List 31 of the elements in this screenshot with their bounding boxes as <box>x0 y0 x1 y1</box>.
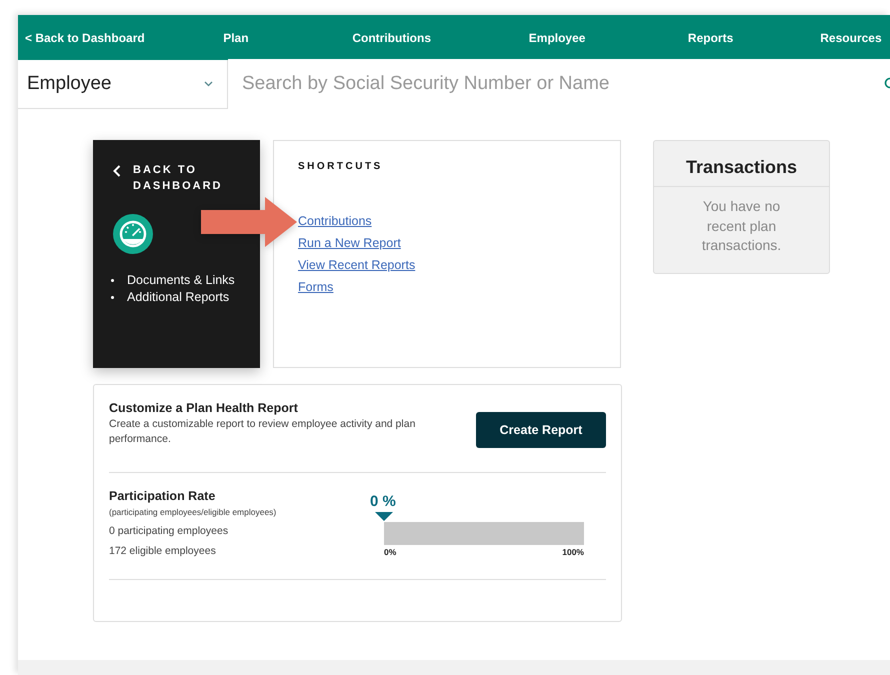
shortcut-link[interactable]: Forms <box>298 280 334 294</box>
gauge-icon <box>113 214 153 254</box>
shortcut-link[interactable]: Contributions <box>298 214 372 228</box>
marker-icon <box>375 512 393 521</box>
participation-value: 0 % <box>370 493 396 510</box>
shortcuts-heading: SHORTCUTS <box>298 161 384 172</box>
back-link[interactable]: BACK TO DASHBOARD <box>133 162 233 194</box>
nav-tab[interactable]: Contributions <box>340 30 443 44</box>
shortcut-link[interactable]: Run a New Report <box>298 236 401 250</box>
report-title: Customize a Plan Health Report <box>109 401 299 415</box>
report-description: Create a customizable report to review employee activity and plan performance. <box>109 417 416 447</box>
transactions-message: You have no recent plan transactions. <box>700 197 782 255</box>
participation-subtitle: (participating employees/eligible employees) <box>109 507 278 517</box>
transactions-heading: Transactions <box>654 141 829 187</box>
side-link[interactable]: Documents & Links <box>127 272 235 289</box>
caret-icon <box>204 81 213 87</box>
search-field[interactable]: Search by Social Security Number or Name <box>228 59 890 109</box>
create-report-button[interactable]: Create Report <box>476 412 606 448</box>
eligible-count: 172 eligible employees <box>109 545 217 557</box>
chevron-left-icon <box>113 165 121 177</box>
back-link[interactable]: < Back to Dashboard <box>25 30 218 44</box>
nav-tab[interactable]: Plan <box>216 30 256 44</box>
min-label: 0% <box>384 547 396 557</box>
side-link[interactable]: Additional Reports <box>127 289 230 306</box>
nav-tab[interactable]: Employee <box>522 30 592 44</box>
nav-tab[interactable]: Reports <box>681 30 740 44</box>
nav-tab[interactable]: Resources <box>812 30 890 44</box>
max-label: 100% <box>562 547 584 557</box>
participating-count: 0 participating employees <box>109 525 230 537</box>
participation-title: Participation Rate <box>109 489 216 503</box>
shortcut-link[interactable]: View Recent Reports <box>298 258 416 272</box>
